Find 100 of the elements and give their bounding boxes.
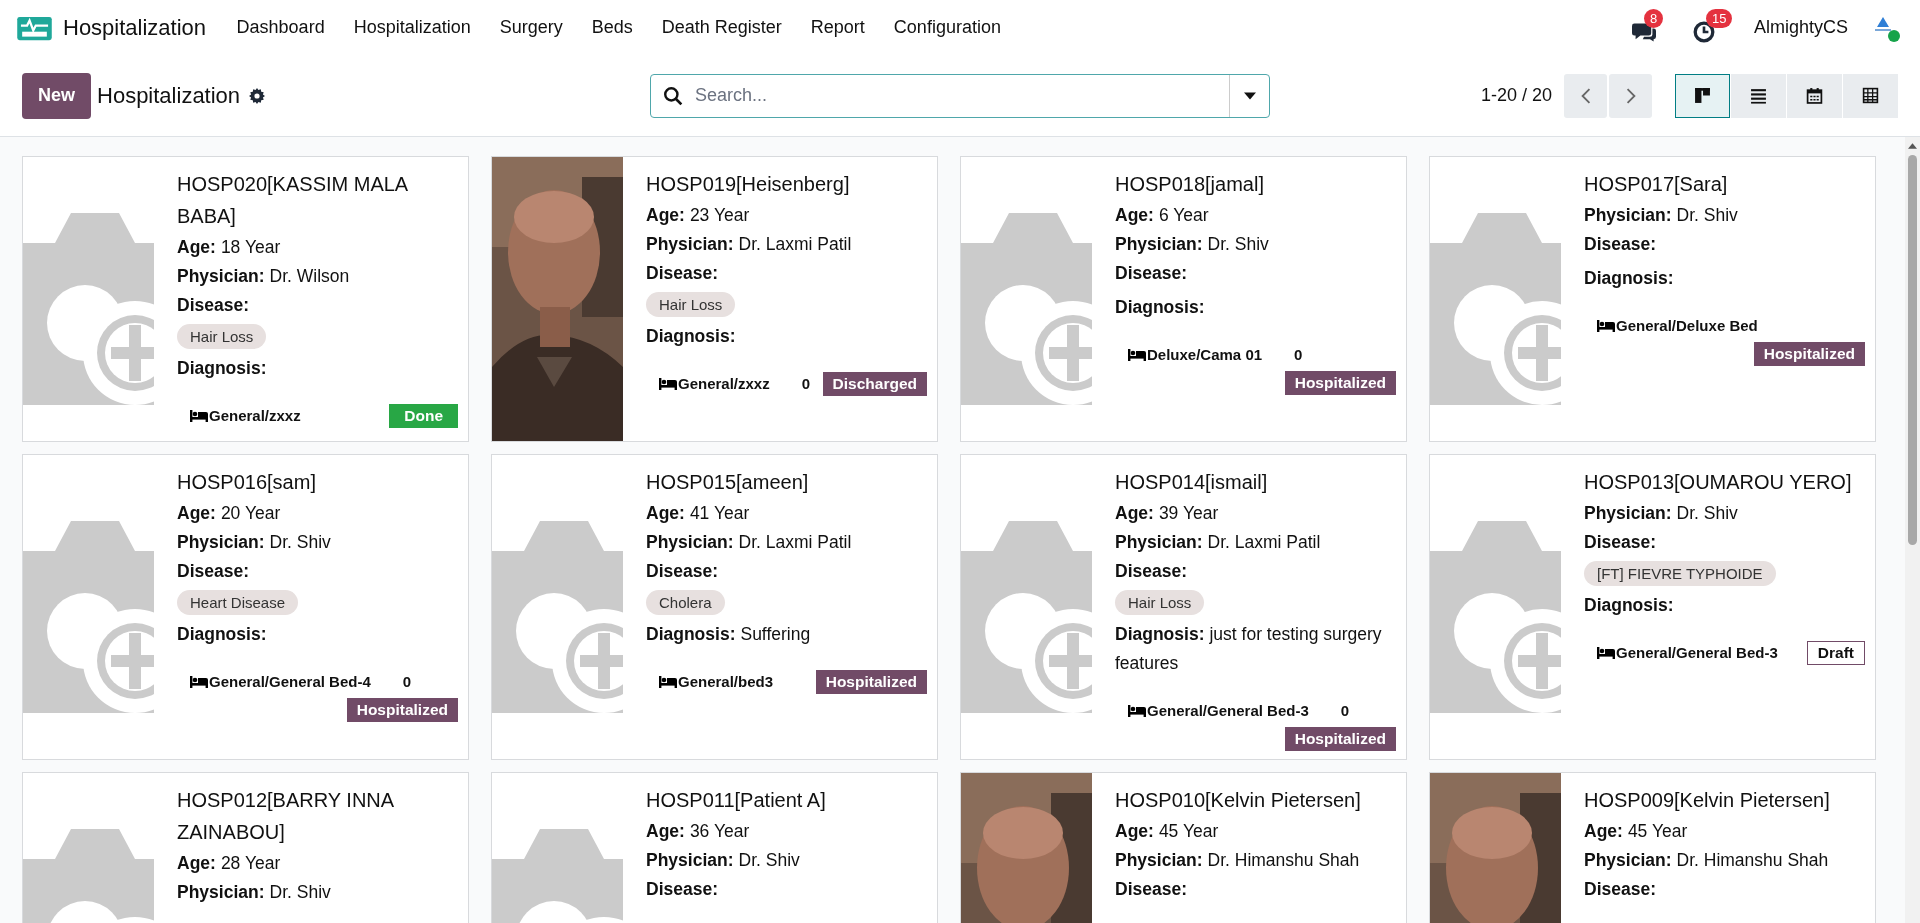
- field-line: Disease:: [1584, 878, 1657, 901]
- card-title: HOSP011[Patient A]: [646, 788, 827, 813]
- menu-item[interactable]: Hospitalization: [339, 17, 486, 38]
- patient-card[interactable]: HOSP017[Sara] Physician: Dr. Shiv Disease: Diagnosis: General/Deluxe Bed Hospitalized: [1429, 156, 1876, 442]
- status-badge: Draft: [1806, 640, 1865, 665]
- card-title: HOSP017[Sara]: [1584, 172, 1729, 197]
- field-line: Age: 39 Year: [1115, 502, 1220, 525]
- bed-label: General/General Bed-3: [1147, 701, 1309, 721]
- bed-count: 0: [1294, 345, 1304, 365]
- menu-item[interactable]: Configuration: [879, 17, 1016, 38]
- menu-item[interactable]: Dashboard: [222, 17, 340, 38]
- field-line: Diagnosis:: [177, 623, 268, 646]
- placeholder-icon: [1430, 213, 1561, 405]
- card-title: HOSP019[Heisenberg]: [646, 172, 851, 197]
- patient-card[interactable]: HOSP009[Kelvin Pietersen] Age: 45 Year Physician: Dr. Himanshu Shah Disease:: [1429, 772, 1876, 923]
- field-line: Disease:: [646, 560, 719, 583]
- bed-icon: [190, 409, 208, 422]
- field-line: Disease:: [646, 262, 719, 285]
- patient-card[interactable]: HOSP011[Patient A] Age: 36 Year Physician: Dr. Shiv Disease:: [491, 772, 938, 923]
- placeholder-icon: [492, 521, 623, 713]
- card-title: HOSP009[Kelvin Pietersen]: [1584, 788, 1831, 813]
- bed-count: 0: [801, 374, 812, 394]
- bed-label: General/bed3: [678, 672, 774, 692]
- bed-icon: [659, 377, 677, 390]
- bed-icon: [659, 675, 677, 688]
- new-button[interactable]: New: [22, 72, 91, 119]
- menu-item[interactable]: Death Register: [647, 17, 797, 38]
- patient-card[interactable]: HOSP013[OUMAROU YERO] Physician: Dr. Shiv Disease: [FT] FIEVRE TYPHOIDE Diagnosis: General/General Bed-3 Draft: [1429, 454, 1876, 760]
- kanban-icon: [1694, 87, 1711, 104]
- status-badge: Hospitalized: [815, 669, 927, 694]
- placeholder-icon: [23, 521, 154, 713]
- field-line: Disease:: [1584, 233, 1657, 256]
- field-line: Disease:: [1115, 560, 1188, 583]
- online-status-dot: [1888, 29, 1900, 42]
- table-icon: [1862, 87, 1879, 104]
- bed-icon: [1128, 704, 1146, 717]
- bed-icon: [1597, 319, 1615, 332]
- field-line: Diagnosis:: [177, 357, 268, 380]
- disease-tag: Hair Loss: [177, 324, 267, 349]
- caret-icon: [1243, 91, 1256, 100]
- patient-card[interactable]: HOSP019[Heisenberg] Age: 23 Year Physician: Dr. Laxmi Patil Disease: Hair Loss Diagnosis: General/zxxz 0 Discharged: [491, 156, 938, 442]
- disease-tag: Hair Loss: [1115, 590, 1205, 615]
- field-line: Diagnosis: just for testing surgery features: [1115, 623, 1383, 675]
- field-line: Age: 41 Year: [646, 502, 751, 525]
- status-badge: Hospitalized: [346, 698, 458, 722]
- patient-card[interactable]: HOSP015[ameen] Age: 41 Year Physician: Dr. Laxmi Patil Disease: Cholera Diagnosis: Suffering General/bed3 Hospitalized: [491, 454, 938, 760]
- status-badge: Hospitalized: [1284, 371, 1396, 395]
- field-line: Physician: Dr. Shiv: [1115, 233, 1270, 256]
- patient-card[interactable]: HOSP020[KASSIM MALA BABA] Age: 18 Year Physician: Dr. Wilson Disease: Hair Loss Diagnosis: General/zxxz Done: [22, 156, 469, 442]
- user-name[interactable]: AlmightyCS: [1753, 17, 1848, 38]
- bed-label: General/General Bed-3: [1616, 643, 1778, 663]
- card-title: HOSP020[KASSIM MALA BABA]: [177, 172, 409, 229]
- disease-tag: Hair Loss: [646, 292, 736, 317]
- status-badge: Done: [389, 403, 458, 428]
- disease-tag: Heart Disease: [177, 590, 299, 615]
- patient-card[interactable]: HOSP018[jamal] Age: 6 Year Physician: Dr. Shiv Disease: Diagnosis: Deluxe/Cama 01 0 Hospitalized: [960, 156, 1407, 442]
- notification-badge: 8: [1643, 8, 1664, 28]
- field-line: Disease:: [177, 294, 250, 317]
- field-line: Physician: Dr. Laxmi Patil: [646, 531, 853, 554]
- app-name[interactable]: Hospitalization: [63, 14, 207, 41]
- chevron-left-icon: [1580, 87, 1591, 104]
- pager-value[interactable]: 1-20 / 20: [1480, 85, 1552, 106]
- card-title: HOSP012[BARRY INNA ZAINABOU]: [177, 788, 395, 845]
- notification-badge: 15: [1705, 8, 1733, 28]
- view-switch-button[interactable]: [1675, 73, 1730, 118]
- scrollbar[interactable]: [1905, 137, 1920, 923]
- patient-card[interactable]: HOSP010[Kelvin Pietersen] Age: 45 Year Physician: Dr. Himanshu Shah Disease:: [960, 772, 1407, 923]
- field-line: Physician: Dr. Laxmi Patil: [646, 233, 853, 256]
- patient-card[interactable]: HOSP016[sam] Age: 20 Year Physician: Dr. Shiv Disease: Heart Disease Diagnosis: General/General Bed-4 0 Hospitalized: [22, 454, 469, 760]
- menu-item[interactable]: Surgery: [485, 17, 578, 38]
- field-line: Diagnosis: Suffering: [646, 623, 812, 646]
- field-line: Diagnosis:: [1584, 594, 1675, 617]
- bed-count: 0: [402, 672, 413, 692]
- card-title: HOSP010[Kelvin Pietersen]: [1115, 788, 1362, 813]
- field-line: Age: 36 Year: [646, 820, 751, 843]
- calendar-icon: [1806, 87, 1823, 104]
- search-input[interactable]: Search...: [693, 84, 1229, 107]
- patient-card[interactable]: HOSP012[BARRY INNA ZAINABOU] Age: 28 Year Physician: Dr. Shiv: [22, 772, 469, 923]
- card-title: HOSP018[jamal]: [1115, 172, 1265, 197]
- field-line: Diagnosis:: [1584, 267, 1675, 290]
- card-title: HOSP016[sam]: [177, 470, 317, 495]
- field-line: Disease:: [1115, 878, 1188, 901]
- bed-icon: [190, 675, 208, 688]
- menu-item[interactable]: Beds: [577, 17, 648, 38]
- settings-icon[interactable]: [249, 87, 266, 104]
- field-line: Disease:: [1115, 262, 1188, 285]
- list-icon: [1750, 87, 1767, 104]
- field-line: Physician: Dr. Shiv: [1584, 204, 1739, 227]
- bed-icon: [1597, 646, 1615, 659]
- status-badge: Discharged: [822, 371, 927, 396]
- bed-label: General/General Bed-4: [209, 672, 371, 692]
- search-bar[interactable]: Search...: [650, 73, 1270, 118]
- placeholder-icon: [23, 213, 154, 405]
- status-badge: Hospitalized: [1284, 727, 1396, 751]
- card-title: HOSP015[ameen]: [646, 470, 810, 495]
- field-line: Physician: Dr. Himanshu Shah: [1584, 849, 1830, 872]
- scroll-up-icon[interactable]: [1908, 143, 1917, 149]
- patient-card[interactable]: HOSP014[ismail] Age: 39 Year Physician: Dr. Laxmi Patil Disease: Hair Loss Diagnosis: just for testing surgery features General/General Bed-3 0 Hospitalized: [960, 454, 1407, 760]
- menu-item[interactable]: Report: [796, 17, 880, 38]
- disease-tag: Cholera: [646, 590, 725, 615]
